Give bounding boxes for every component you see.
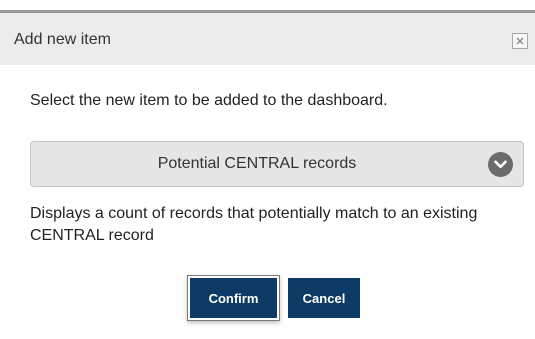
close-button[interactable] — [512, 33, 528, 49]
dialog-title: Add new item — [14, 31, 111, 48]
cancel-button[interactable]: Cancel — [288, 278, 360, 318]
dialog-header: Add new item — [0, 13, 535, 65]
confirm-button[interactable]: Confirm — [190, 278, 277, 318]
item-select-dropdown[interactable]: Potential CENTRAL records — [30, 141, 524, 187]
item-description: Displays a count of records that potenti… — [30, 205, 478, 244]
select-selected-value: Potential CENTRAL records — [157, 155, 357, 172]
add-item-dialog: Add new item Select the new item to be a… — [0, 0, 535, 339]
dialog-prompt: Select the new item to be added to the d… — [30, 92, 388, 109]
chevron-down-circle-icon — [488, 152, 513, 177]
close-icon — [516, 37, 524, 45]
